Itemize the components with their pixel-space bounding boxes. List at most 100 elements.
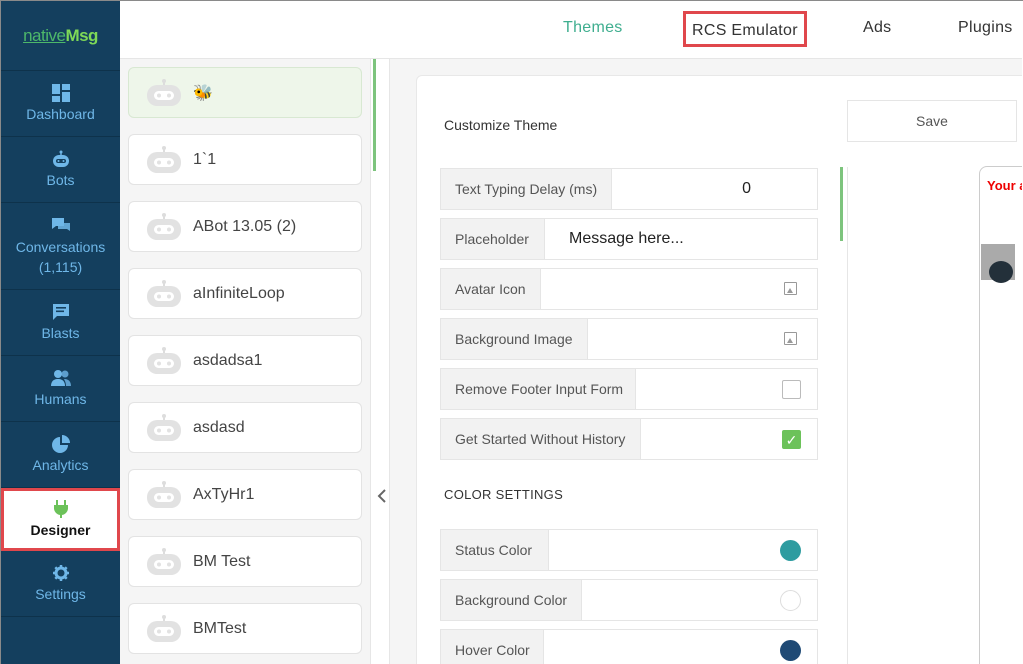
- bot-list-item[interactable]: ABot 13.05 (2): [128, 201, 362, 252]
- field-label: Remove Footer Input Form: [441, 369, 636, 409]
- bot-name: BM Test: [193, 552, 251, 570]
- plug-icon: [51, 499, 71, 519]
- page-title: Customize Theme: [444, 117, 558, 133]
- field-label: Text Typing Delay (ms): [441, 169, 612, 209]
- sidebar-item-conversations[interactable]: Conversations (1,115): [1, 203, 120, 290]
- hover-color-row: Hover Color: [440, 629, 818, 664]
- sidebar-item-label: Dashboard: [26, 106, 95, 122]
- bot-name: 🐝: [193, 84, 213, 102]
- bot-name: asdasd: [193, 418, 245, 436]
- sidebar-item-blasts[interactable]: Blasts: [1, 290, 120, 356]
- bot-name: BMTest: [193, 619, 247, 637]
- field-label: Avatar Icon: [441, 269, 541, 309]
- preview-header-text: Your a: [987, 178, 1023, 193]
- bot-name: ABot 13.05 (2): [193, 217, 297, 235]
- status-color-swatch[interactable]: [780, 540, 801, 561]
- remove-footer-checkbox[interactable]: [782, 380, 801, 399]
- avatar-upload-field[interactable]: [541, 269, 817, 309]
- bot-list-item[interactable]: aInfiniteLoop: [128, 268, 362, 319]
- logo[interactable]: nativeMsg: [1, 1, 120, 71]
- field-label: Status Color: [441, 530, 549, 570]
- bot-name: asdadsa1: [193, 351, 263, 369]
- sidebar-item-analytics[interactable]: Analytics: [1, 422, 120, 488]
- field-label: Hover Color: [441, 630, 544, 664]
- sidebar-item-dashboard[interactable]: Dashboard: [1, 71, 120, 137]
- remove-footer-row: Remove Footer Input Form: [440, 368, 818, 410]
- bot-avatar-icon: [147, 614, 181, 642]
- field-label: Placeholder: [441, 219, 545, 259]
- dashboard-icon: [51, 83, 71, 103]
- top-nav: Themes RCS Emulator Ads Plugins: [120, 1, 1022, 59]
- bot-list-item[interactable]: asdadsa1: [128, 335, 362, 386]
- bot-list-item[interactable]: BM Test: [128, 536, 362, 587]
- get-started-checkbox[interactable]: ✓: [782, 430, 801, 449]
- chat-icon: [51, 216, 71, 236]
- bot-list-item[interactable]: BMTest: [128, 603, 362, 654]
- image-icon: [784, 282, 797, 295]
- sidebar-item-designer[interactable]: Designer: [1, 488, 120, 551]
- sidebar-item-label: Designer: [30, 521, 91, 538]
- bot-avatar-icon: [147, 480, 181, 508]
- sidebar-item-label: Blasts: [41, 325, 80, 341]
- tab-plugins[interactable]: Plugins: [958, 19, 1013, 37]
- bot-avatar-icon: [147, 78, 181, 106]
- placeholder-input[interactable]: [545, 230, 817, 248]
- bot-avatar-icon: [147, 547, 181, 575]
- bot-list-item[interactable]: 🐝: [128, 67, 362, 118]
- logo-native: native: [23, 25, 66, 45]
- typing-delay-input[interactable]: [612, 180, 817, 198]
- bot-avatar-icon: [989, 261, 1013, 283]
- background-color-swatch[interactable]: [780, 590, 801, 611]
- bot-list: 🐝 1`1 ABot 13.05 (2) aInfiniteLoop asdad…: [120, 59, 370, 664]
- bot-avatar-icon: [147, 212, 181, 240]
- bot-name: AxTyHr1: [193, 485, 255, 503]
- bot-list-scrollbar[interactable]: [373, 59, 376, 171]
- avatar-icon-row: Avatar Icon: [440, 268, 818, 310]
- sidebar-item-label: Analytics: [32, 457, 89, 473]
- pie-chart-icon: [51, 434, 71, 454]
- get-started-row: Get Started Without History ✓: [440, 418, 818, 460]
- image-icon: [784, 332, 797, 345]
- divider: [847, 167, 848, 664]
- typing-delay-row: Text Typing Delay (ms): [440, 168, 818, 210]
- sidebar-item-label: Settings: [35, 586, 86, 602]
- gear-icon: [51, 563, 71, 583]
- placeholder-row: Placeholder: [440, 218, 818, 260]
- sidebar-item-label: Bots: [46, 172, 75, 188]
- message-icon: [51, 302, 71, 322]
- sidebar: nativeMsg Dashboard Bots Conversations (…: [1, 1, 120, 664]
- field-label: Background Color: [441, 580, 582, 620]
- bot-name: aInfiniteLoop: [193, 284, 285, 302]
- logo-msg: Msg: [65, 25, 98, 45]
- save-button[interactable]: Save: [847, 100, 1017, 142]
- bot-avatar-icon: [147, 145, 181, 173]
- section-title: COLOR SETTINGS: [444, 487, 564, 502]
- bot-icon: [51, 149, 71, 169]
- bot-list-item[interactable]: AxTyHr1: [128, 469, 362, 520]
- sidebar-item-label: Humans: [34, 391, 87, 407]
- field-label: Get Started Without History: [441, 419, 641, 459]
- tab-themes[interactable]: Themes: [563, 19, 623, 37]
- bot-avatar-icon: [147, 413, 181, 441]
- bot-avatar-icon: [147, 279, 181, 307]
- collapse-chevron-left-icon[interactable]: [377, 489, 387, 508]
- bot-list-item[interactable]: asdasd: [128, 402, 362, 453]
- people-icon: [50, 368, 71, 388]
- background-upload-field[interactable]: [588, 319, 817, 359]
- chat-preview: [979, 166, 1023, 664]
- sidebar-item-settings[interactable]: Settings: [1, 551, 120, 617]
- preview-avatar: [981, 244, 1015, 283]
- sidebar-item-bots[interactable]: Bots: [1, 137, 120, 203]
- tab-rcs-emulator[interactable]: RCS Emulator: [683, 11, 807, 47]
- conversations-count: (1,115): [38, 258, 83, 275]
- form-scrollbar[interactable]: [840, 167, 843, 241]
- bot-name: 1`1: [193, 150, 217, 168]
- status-color-row: Status Color: [440, 529, 818, 571]
- field-label: Background Image: [441, 319, 588, 359]
- background-color-row: Background Color: [440, 579, 818, 621]
- hover-color-swatch[interactable]: [780, 640, 801, 661]
- sidebar-item-label: Conversations: [15, 238, 106, 255]
- tab-ads[interactable]: Ads: [863, 19, 891, 37]
- bot-list-item[interactable]: 1`1: [128, 134, 362, 185]
- sidebar-item-humans[interactable]: Humans: [1, 356, 120, 422]
